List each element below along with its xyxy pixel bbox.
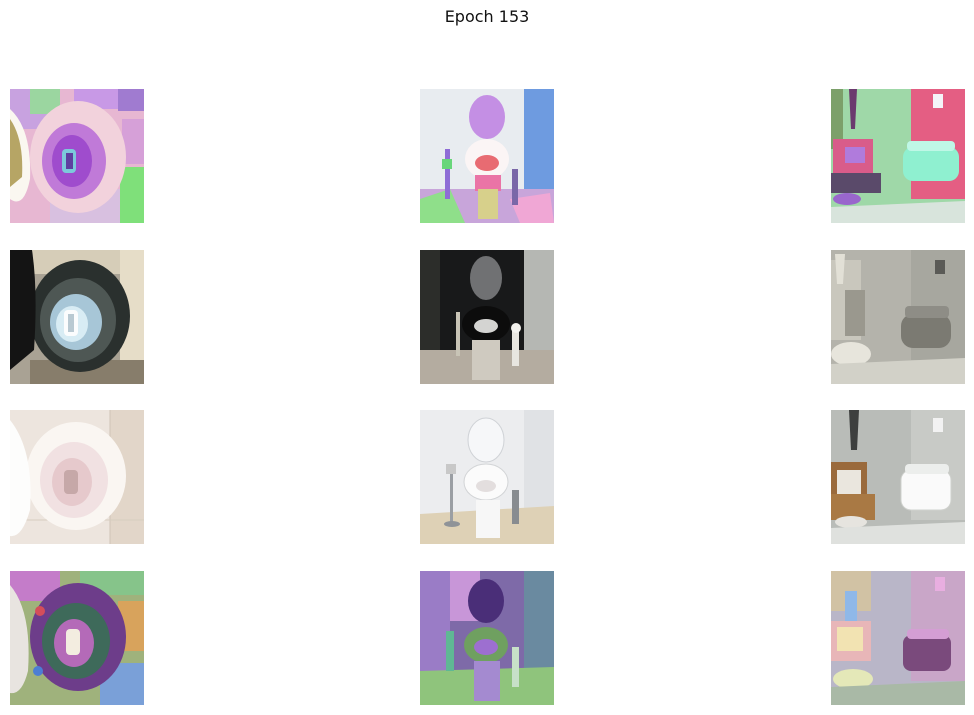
panel-r1-c2-toilet-image [420,89,554,223]
panel-r4-c1-toilet-seat-image [10,571,144,705]
panel-r2-c2-toilet-image [420,250,554,384]
panel-r3-c2-toilet-image [420,410,554,544]
panel-r3-c1-toilet-seat-image [10,410,144,544]
panel-r2-c3-bathroom-image [831,250,965,384]
panel-r2-c1-toilet-seat-image [10,250,144,384]
panel-r3-c3-bathroom-image [831,410,965,544]
panel-r1-c1-toilet-seat-image [10,89,144,223]
panel-r1-c3-bathroom-image [831,89,965,223]
figure-title: Epoch 153 [444,7,530,26]
panel-r4-c2-toilet-image [420,571,554,705]
panel-r4-c3-bathroom-image [831,571,965,705]
